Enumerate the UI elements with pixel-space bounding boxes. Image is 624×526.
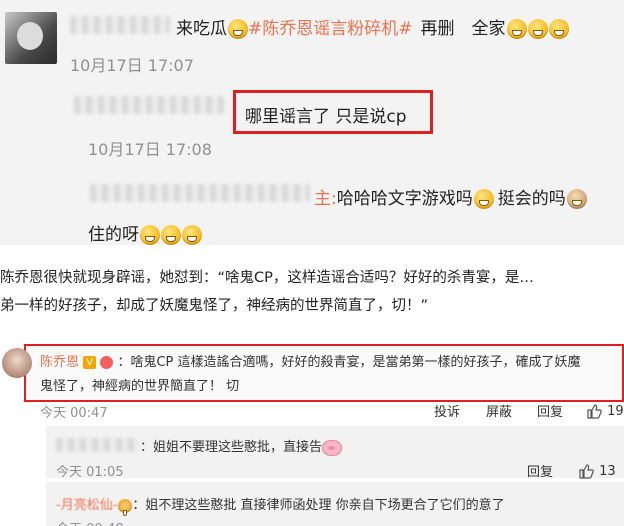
pray-emoji-icon-3 (182, 225, 202, 245)
blurred-username-2 (74, 96, 224, 114)
reply-1-text-line: ：姐姐不要理这些憨批，直接告 (140, 436, 343, 456)
comment-2-text: 哪里谣言了 只是说cp (245, 107, 407, 127)
reply-2-timestamp: 今天 00:48 (56, 518, 124, 526)
pray-emoji-icon-2 (161, 225, 181, 245)
reply-button[interactable]: 回复 (537, 401, 563, 420)
post-timestamp: 今天 00:47 (40, 406, 108, 421)
reply-2-author-link[interactable]: -月亮松仙- (56, 498, 117, 513)
comment-3-name-suffix[interactable]: 主: (314, 189, 337, 209)
avatar[interactable] (5, 12, 57, 64)
heart-badge-icon (100, 356, 114, 369)
comment-3-body: 哈哈哈文字游戏吗 (336, 189, 473, 209)
blurred-username (70, 16, 170, 34)
article-line-1: 陈乔恩很快就现身辟谣，她怼到：“啥鬼CP，这样造谣合适吗？好好的杀青宴，是… (0, 270, 534, 286)
reply-1-like-button[interactable]: 13 (578, 460, 616, 479)
blurred-username-3 (90, 184, 310, 202)
avatar-face (17, 22, 43, 50)
comment-3-body-2: 挺会的吗 (497, 189, 566, 209)
post-line-1: 陈乔恩 V ：啥鬼CP 這樣造謠合適嗎，好好的殺青宴，是當弟第一樣的好孩子，確成… (40, 351, 581, 370)
thumbs-up-icon (587, 403, 602, 419)
reply-2-badge-icon (118, 498, 133, 516)
grin-emoji-icon-3 (527, 19, 548, 39)
comment-3-line2: 住的呀 (88, 220, 202, 245)
comment-2-timestamp: 10月17日 17:08 (88, 140, 212, 159)
post-text-1: ：啥鬼CP 這樣造謠合適嗎，好好的殺青宴，是當弟第一樣的好孩子，確成了妖魔 (117, 355, 581, 370)
comment-thread: 来吃瓜 #陈乔恩谣言粉碎机# 再删 全家 10月17日 17:07 哪里谣言了 只是… (0, 0, 624, 245)
grin-emoji-icon (228, 19, 248, 39)
reply-1-timestamp: 今天 01:05 (56, 465, 124, 480)
comment-3-text: 主:哈哈哈文字游戏吗 挺会的吗 (314, 184, 587, 209)
reply-1-username (56, 438, 140, 452)
post-avatar[interactable] (2, 348, 32, 378)
report-button[interactable]: 投诉 (434, 401, 460, 420)
pray-emoji-icon (140, 225, 160, 245)
thumbs-up-icon-2 (579, 463, 594, 479)
smirk-emoji-icon (473, 189, 494, 209)
post-author-link[interactable]: 陈乔恩 (40, 355, 79, 370)
comment-1-suffix: 再删 全家 (420, 19, 506, 39)
dog-emoji-icon (566, 189, 587, 209)
article-line-2: 弟一样的好孩子，却成了妖魔鬼怪了，神经病的世界简直了，切！” (0, 298, 429, 314)
reply-2-line: -月亮松仙- ：姐不理这些憨批 直接律师函处理 你亲自下场更合了它们的意了 (56, 494, 505, 516)
like-button[interactable]: 19 (586, 400, 624, 419)
weibo-comment-list: 陈乔恩 V ：啥鬼CP 這樣造謠合適嗎，好好的殺青宴，是當弟第一樣的好孩子，確成… (0, 340, 624, 526)
comment-1-timestamp: 10月17日 17:07 (70, 56, 194, 75)
grin-emoji-icon-2 (506, 19, 527, 39)
reply-1-reply-button[interactable]: 回复 (527, 461, 553, 480)
vip-badge: V (83, 356, 97, 369)
reply-2-text: ：姐不理这些憨批 直接律师函处理 你亲自下场更合了它们的意了 (132, 498, 505, 513)
pig-emoji-icon (322, 439, 343, 456)
reply-1-like-count: 13 (599, 464, 616, 479)
comment-1-prefix: 来吃瓜 (176, 19, 227, 39)
hashtag-link[interactable]: #陈乔恩谣言粉碎机# (248, 19, 413, 39)
article-paragraph: 陈乔恩很快就现身辟谣，她怼到：“啥鬼CP，这样造谣合适吗？好好的杀青宴，是… 弟… (0, 245, 624, 340)
comment-1-text: 来吃瓜 #陈乔恩谣言粉碎机# 再删 全家 (176, 14, 569, 39)
block-button[interactable]: 屏蔽 (486, 401, 512, 420)
comment-3-body-3: 住的呀 (88, 225, 139, 245)
like-count: 19 (607, 404, 624, 419)
post-text-2: 鬼怪了，神經病的世界簡直了！ 切 (40, 379, 240, 394)
reply-1-text: ：姐姐不要理这些憨批，直接告 (140, 440, 323, 455)
grin-emoji-icon-4 (548, 19, 569, 39)
